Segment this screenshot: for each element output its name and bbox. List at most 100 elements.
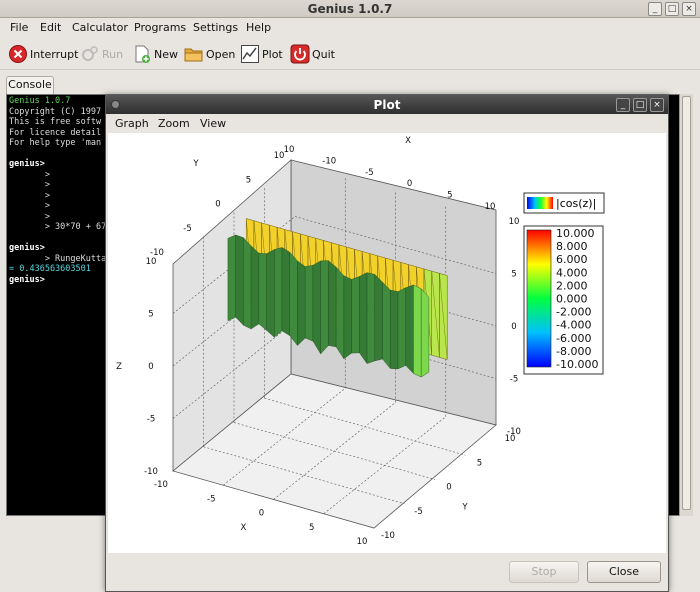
- colorbar: [526, 229, 552, 368]
- surface-patch: [405, 284, 414, 374]
- z-tick-label: 0: [148, 362, 153, 372]
- top-x-tick-label: 5: [447, 191, 452, 201]
- colorbar-tick-label: 8.000: [556, 240, 588, 253]
- surface-patch: [258, 252, 267, 331]
- x-tick-label: -10: [154, 480, 168, 490]
- surface-patch: [343, 275, 352, 360]
- surface-patch: [297, 260, 306, 346]
- surface-patch: [312, 260, 321, 355]
- menu-view[interactable]: View: [200, 117, 226, 130]
- run-button[interactable]: Run: [80, 42, 123, 66]
- right-z-tick-label: 5: [511, 270, 516, 280]
- close-window-button[interactable]: ×: [682, 2, 696, 16]
- scrollbar-thumb[interactable]: [682, 96, 691, 510]
- surface-patch: [366, 272, 375, 364]
- plot-chart-icon: [240, 44, 260, 64]
- open-label: Open: [206, 47, 236, 61]
- surface-patch: [266, 249, 275, 338]
- menu-settings[interactable]: Settings: [193, 21, 238, 34]
- power-icon: [290, 44, 310, 64]
- legend-swatch: [527, 197, 553, 209]
- menu-calculator[interactable]: Calculator: [72, 21, 128, 34]
- main-titlebar: Genius 1.0.7 _ □ ×: [0, 0, 700, 18]
- run-gears-icon: [80, 44, 100, 64]
- plot-close-window-button[interactable]: ×: [650, 98, 664, 112]
- top-y-tick-label: -5: [183, 224, 191, 234]
- surface-patch: [227, 234, 236, 322]
- top-x-tick-label: 10: [284, 145, 295, 155]
- surface-patch: [274, 247, 283, 338]
- colorbar-tick-label: -8.000: [556, 345, 591, 358]
- quit-button[interactable]: Quit: [290, 42, 335, 66]
- menu-file[interactable]: File: [10, 21, 28, 34]
- z-tick-label: 10: [146, 257, 157, 267]
- right-z-tick-label: 10: [509, 217, 520, 227]
- x-tick-label: 0: [259, 509, 264, 519]
- surface-plot: -10-50510X-10-50510Y-10-50510Z10-10-5051…: [116, 136, 605, 547]
- plot-titlebar: Plot _ □ ×: [106, 96, 668, 114]
- surface-patch: [235, 234, 244, 326]
- run-label: Run: [102, 47, 124, 61]
- surface-patch: [243, 237, 252, 330]
- menu-graph[interactable]: Graph: [115, 117, 149, 130]
- plot-button[interactable]: Plot: [240, 42, 283, 66]
- tab-console[interactable]: Console: [6, 76, 54, 94]
- surface-patch: [335, 266, 345, 360]
- console-scrollbar[interactable]: [679, 94, 693, 516]
- x-tick-label: 10: [357, 537, 368, 547]
- right-z-tick-label: 0: [511, 322, 516, 332]
- plot-maximize-button[interactable]: □: [633, 98, 647, 112]
- top-y-tick-label: 10: [274, 151, 285, 161]
- close-button[interactable]: Close: [587, 561, 661, 583]
- surface-patch: [374, 273, 383, 362]
- colorbar-tick-label: 0.000: [556, 293, 588, 306]
- z-tick-label: -10: [144, 467, 158, 477]
- toolbar: Interrupt Run New Open Plot Quit: [0, 38, 700, 70]
- x-axis-label: X: [240, 523, 246, 533]
- z-axis-label: Z: [116, 362, 122, 372]
- menu-zoom[interactable]: Zoom: [158, 117, 190, 130]
- interrupt-button[interactable]: Interrupt: [8, 42, 78, 66]
- y-tick-label: 0: [446, 483, 451, 493]
- menu-programs[interactable]: Programs: [134, 21, 186, 34]
- minimize-button[interactable]: _: [648, 2, 662, 16]
- x-tick-label: 5: [309, 523, 314, 533]
- open-button[interactable]: Open: [184, 42, 235, 66]
- menubar: File Edit Calculator Programs Settings H…: [0, 18, 700, 38]
- top-y-axis-label: Y: [192, 159, 199, 169]
- surface-patch: [382, 281, 391, 370]
- top-y-tick-label: 5: [246, 175, 251, 185]
- right-z-tick-label: -10: [507, 427, 521, 437]
- surface-patch: [250, 245, 260, 330]
- folder-icon: [184, 44, 204, 64]
- new-button[interactable]: New: [132, 42, 178, 66]
- interrupt-label: Interrupt: [30, 47, 79, 61]
- colorbar-tick-label: -6.000: [556, 332, 591, 345]
- colorbar-tick-label: 2.000: [556, 279, 588, 292]
- x-tick-label: -5: [207, 494, 215, 504]
- maximize-button[interactable]: □: [665, 2, 679, 16]
- window-title: Genius 1.0.7: [307, 2, 393, 16]
- surface-patch: [281, 247, 290, 336]
- new-label: New: [154, 47, 178, 61]
- top-x-tick-label: -10: [322, 156, 336, 166]
- surface-patch: [328, 260, 337, 348]
- stop-button[interactable]: Stop: [509, 561, 579, 583]
- colorbar-tick-label: 4.000: [556, 266, 588, 279]
- menu-help[interactable]: Help: [246, 21, 271, 34]
- colorbar-tick-label: -10.000: [556, 358, 598, 371]
- quit-label: Quit: [312, 47, 335, 61]
- top-x-tick-label: 10: [485, 202, 496, 212]
- menu-edit[interactable]: Edit: [40, 21, 61, 34]
- surface-patch: [351, 276, 360, 354]
- plot-minimize-button[interactable]: _: [616, 98, 630, 112]
- plot-canvas[interactable]: -10 -5 0 5 10 X -10 -5 0 5 10 Y -10 -5 0 5 10 Z 10 -10 -5 0 5 1…: [108, 133, 666, 553]
- new-document-icon: [132, 44, 152, 64]
- y-tick-label: 5: [477, 458, 482, 468]
- y-axis-label: Y: [461, 503, 468, 513]
- surface-patch: [397, 287, 406, 370]
- top-y-tick-label: 0: [215, 200, 220, 210]
- surface-patch: [413, 284, 422, 378]
- top-y-tick-label: -10: [150, 248, 164, 258]
- plot-menubar: Graph Zoom View: [106, 114, 668, 132]
